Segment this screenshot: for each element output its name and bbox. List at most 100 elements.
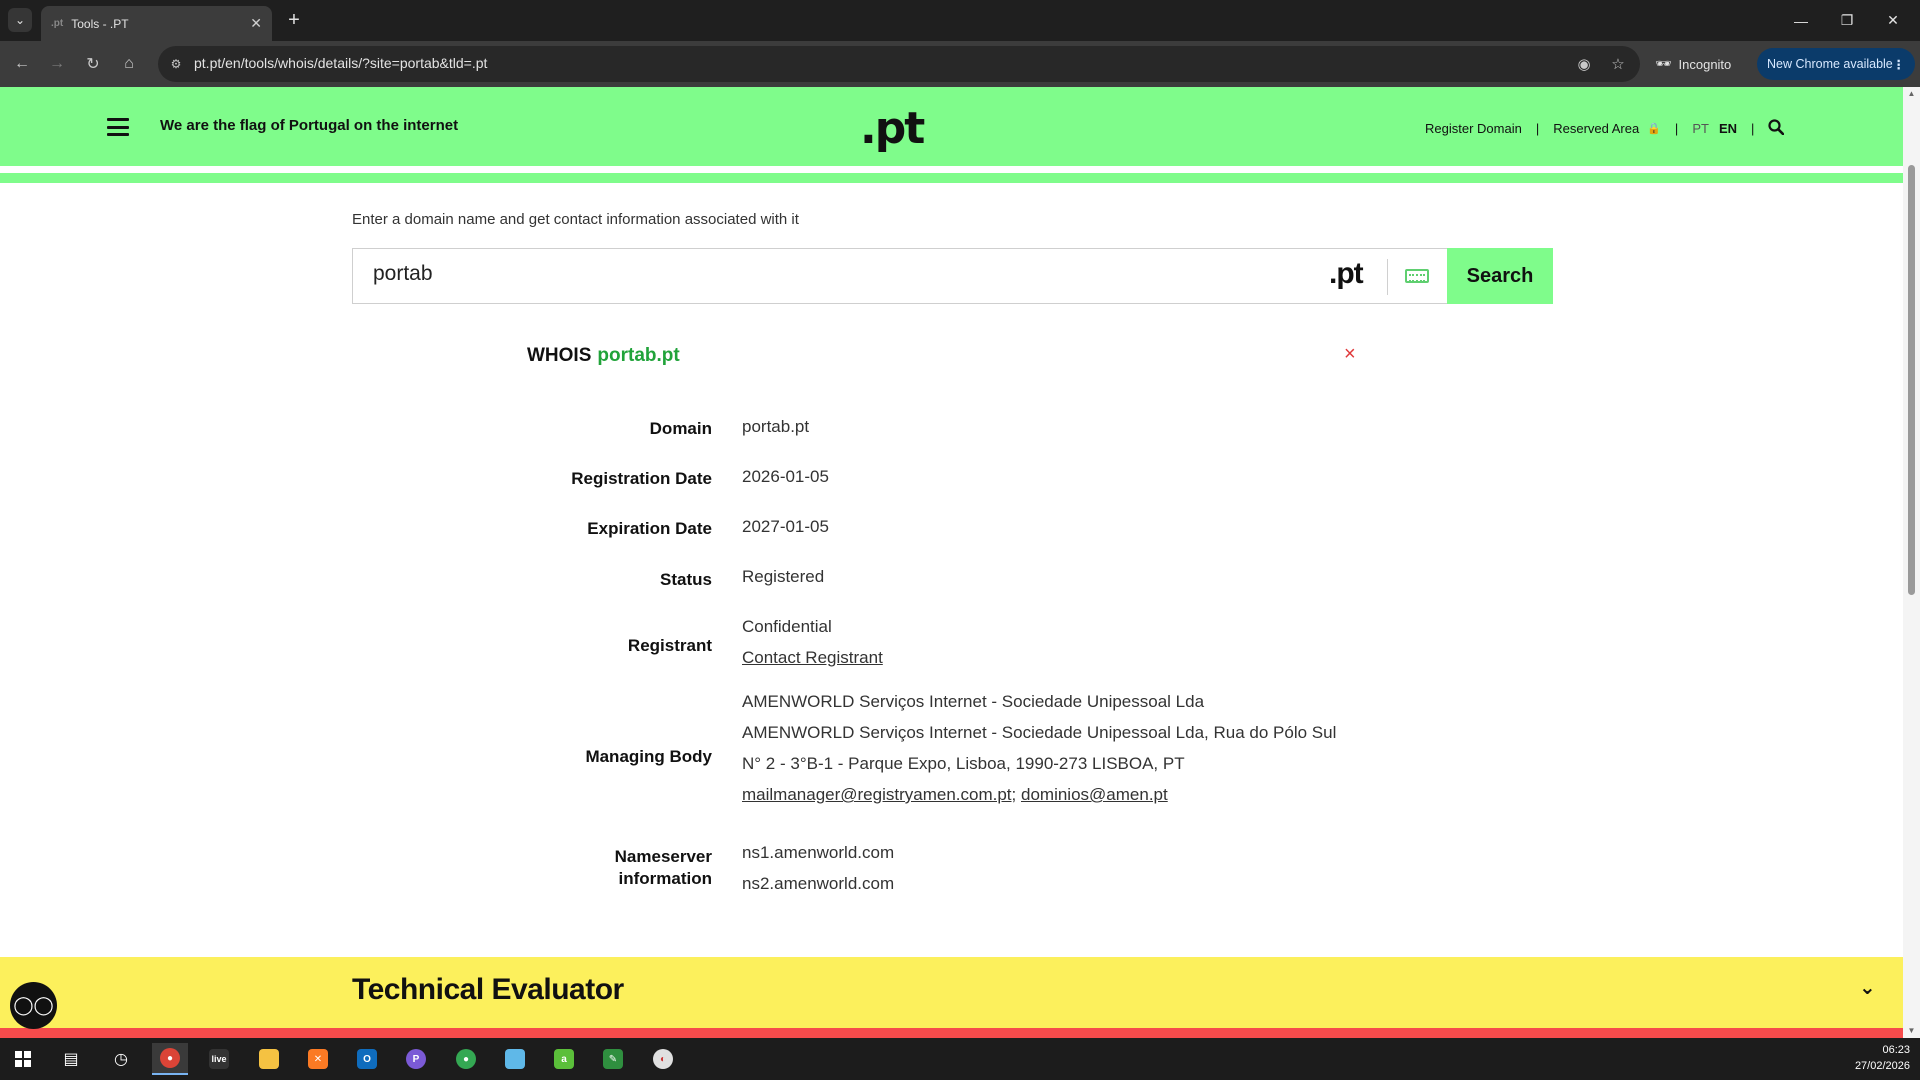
page-viewport: We are the flag of Portugal on the inter… — [0, 87, 1903, 1038]
file-explorer-icon[interactable] — [251, 1043, 287, 1075]
browser-tab[interactable]: .pt Tools - .PT ✕ — [41, 6, 272, 41]
chrome-profile-icon[interactable]: P — [398, 1043, 434, 1075]
managing-body-line: AMENWORLD Serviços Internet - Sociedade … — [742, 692, 1205, 711]
page-scrollbar[interactable]: ▲ ▼ — [1903, 87, 1920, 1038]
live-icon: live — [209, 1049, 229, 1069]
search-button[interactable]: Search — [1447, 248, 1553, 304]
window-close-icon[interactable]: ✕ — [1870, 0, 1916, 41]
tab-close-icon[interactable]: ✕ — [250, 15, 262, 32]
outlook-icon[interactable]: O — [349, 1043, 385, 1075]
spreadsheet-icon[interactable]: ✎ — [595, 1043, 631, 1075]
address-bar[interactable]: ⚙ pt.pt/en/tools/whois/details/?site=por… — [158, 46, 1640, 82]
search-icon[interactable] — [1768, 119, 1785, 138]
restore-icon[interactable]: ❐ — [1824, 0, 1870, 41]
browser-tabstrip: ⌄ .pt Tools - .PT ✕ + — ❐ ✕ — [0, 0, 1920, 41]
registration-date-label: Registration Date — [571, 469, 712, 488]
top-navigation: Register Domain | Reserved Area 🔒 | PT E… — [1425, 119, 1785, 138]
spreadsheet-logo-icon: ✎ — [603, 1049, 623, 1069]
next-section-bar — [0, 1028, 1903, 1038]
scroll-up-arrow-icon[interactable]: ▲ — [1907, 89, 1916, 98]
browser-toolbar: ← → ↻ ⌂ ⚙ pt.pt/en/tools/whois/details/?… — [0, 41, 1920, 87]
technical-evaluator-section[interactable]: Technical Evaluator ⌄ — [0, 957, 1903, 1028]
registration-date-value: 2026-01-05 — [742, 467, 829, 486]
lang-pt-link[interactable]: PT — [1692, 121, 1709, 136]
clock-app-icon[interactable]: ◷ — [103, 1043, 139, 1075]
search-intro-text: Enter a domain name and get contact info… — [352, 211, 799, 228]
xampp-logo-icon: ✕ — [308, 1049, 328, 1069]
scrollbar-thumb[interactable] — [1908, 165, 1915, 595]
menu-kebab-icon[interactable]: ⋮ — [1893, 57, 1906, 72]
reserved-area-link[interactable]: Reserved Area — [1553, 121, 1639, 136]
nameserver-entry: ns2.amenworld.com — [742, 874, 895, 893]
pt-logo[interactable]: .pt — [860, 107, 925, 151]
scroll-down-arrow-icon[interactable]: ▼ — [1907, 1026, 1916, 1035]
expiration-date-label: Expiration Date — [587, 519, 712, 538]
managing-email-link[interactable]: mailmanager@registryamen.com.pt — [742, 785, 1012, 804]
close-whois-icon[interactable]: × — [1344, 343, 1356, 366]
keyboard-icon[interactable] — [1405, 269, 1429, 283]
accessibility-toggle-icon[interactable]: ◯◯ — [10, 982, 57, 1029]
back-arrow-icon[interactable]: ← — [9, 51, 35, 77]
notepad-logo-icon — [505, 1049, 525, 1069]
email-separator: ; — [1011, 785, 1017, 804]
app-a-icon[interactable]: a — [546, 1043, 582, 1075]
minimize-icon[interactable]: — — [1778, 0, 1824, 41]
new-chrome-available-button[interactable]: New Chrome available ⋮ — [1757, 48, 1915, 80]
chrome-profile-logo-icon: P — [406, 1049, 426, 1069]
nameserver-entry: ns1.amenworld.com — [742, 843, 895, 862]
chat-app-logo-icon: ◐ — [653, 1049, 673, 1069]
nameserver-label-line: information — [618, 869, 713, 888]
task-view-icon[interactable]: ▤ — [53, 1043, 89, 1075]
hamburger-menu-icon[interactable] — [107, 118, 129, 136]
managing-email-link[interactable]: dominios@amen.pt — [1021, 785, 1168, 804]
nav-separator: | — [1535, 121, 1540, 136]
chevron-down-icon[interactable]: ⌄ — [1859, 975, 1876, 1000]
register-domain-link[interactable]: Register Domain — [1425, 121, 1522, 136]
eye-off-icon[interactable]: ◉ — [1574, 54, 1594, 74]
live-app-icon[interactable]: live — [201, 1043, 237, 1075]
site-header: We are the flag of Portugal on the inter… — [0, 87, 1903, 166]
windows-taskbar: ▤ ◷ ● live ✕ O P ● a ✎ ◐ 06:23 27/02/202… — [0, 1038, 1920, 1080]
nameserver-label: Nameserver information — [412, 846, 712, 890]
incognito-indicator[interactable]: 🕶 Incognito — [1655, 50, 1731, 78]
whois-heading-prefix: WHOIS — [527, 345, 592, 366]
search-divider — [1387, 259, 1388, 295]
incognito-label: Incognito — [1678, 56, 1732, 72]
domain-search-form: portab .pt Search — [352, 248, 1553, 304]
windows-start-icon[interactable] — [5, 1043, 41, 1075]
new-tab-plus-icon[interactable]: + — [282, 8, 306, 32]
notepad-icon[interactable] — [497, 1043, 533, 1075]
domain-search-input[interactable]: portab — [373, 262, 433, 286]
chrome-taskbar-icon[interactable]: ● — [152, 1043, 188, 1075]
whois-heading-domain: portab.pt — [597, 345, 680, 366]
home-icon[interactable]: ⌂ — [116, 51, 142, 77]
clock-time: 06:23 — [1882, 1044, 1910, 1056]
contact-registrant-link[interactable]: Contact Registrant — [742, 648, 883, 667]
status-label: Status — [660, 570, 712, 589]
address-url[interactable]: pt.pt/en/tools/whois/details/?site=porta… — [194, 55, 487, 71]
system-clock[interactable]: 06:23 27/02/2026 — [1850, 1042, 1910, 1074]
domain-value: portab.pt — [742, 417, 810, 436]
managing-body-value: AMENWORLD Serviços Internet - Sociedade … — [742, 686, 1336, 810]
nav-separator: | — [1674, 121, 1679, 136]
nameserver-label-line: Nameserver — [614, 847, 712, 866]
forward-arrow-icon[interactable]: → — [44, 51, 70, 77]
whois-heading: WHOIS portab.pt — [527, 345, 680, 367]
tab-search-chevron-icon[interactable]: ⌄ — [8, 8, 32, 32]
tld-label: .pt — [1329, 257, 1364, 290]
lang-en-link[interactable]: EN — [1719, 121, 1737, 136]
bookmark-star-icon[interactable]: ☆ — [1608, 54, 1628, 74]
domain-label: Domain — [649, 419, 712, 438]
xampp-icon[interactable]: ✕ — [300, 1043, 336, 1075]
site-tagline: We are the flag of Portugal on the inter… — [160, 117, 459, 134]
site-info-icon[interactable]: ⚙ — [166, 54, 186, 74]
incognito-icon: 🕶 — [1655, 56, 1672, 71]
mail-icon: O — [357, 1049, 377, 1069]
registrant-label: Registrant — [627, 636, 712, 655]
chat-app-icon[interactable]: ◐ — [645, 1043, 681, 1075]
chrome-alt-icon[interactable]: ● — [448, 1043, 484, 1075]
technical-evaluator-title: Technical Evaluator — [352, 973, 624, 1006]
reload-icon[interactable]: ↻ — [80, 51, 106, 77]
managing-body-label: Managing Body — [585, 747, 712, 766]
expiration-date-value: 2027-01-05 — [742, 517, 829, 536]
